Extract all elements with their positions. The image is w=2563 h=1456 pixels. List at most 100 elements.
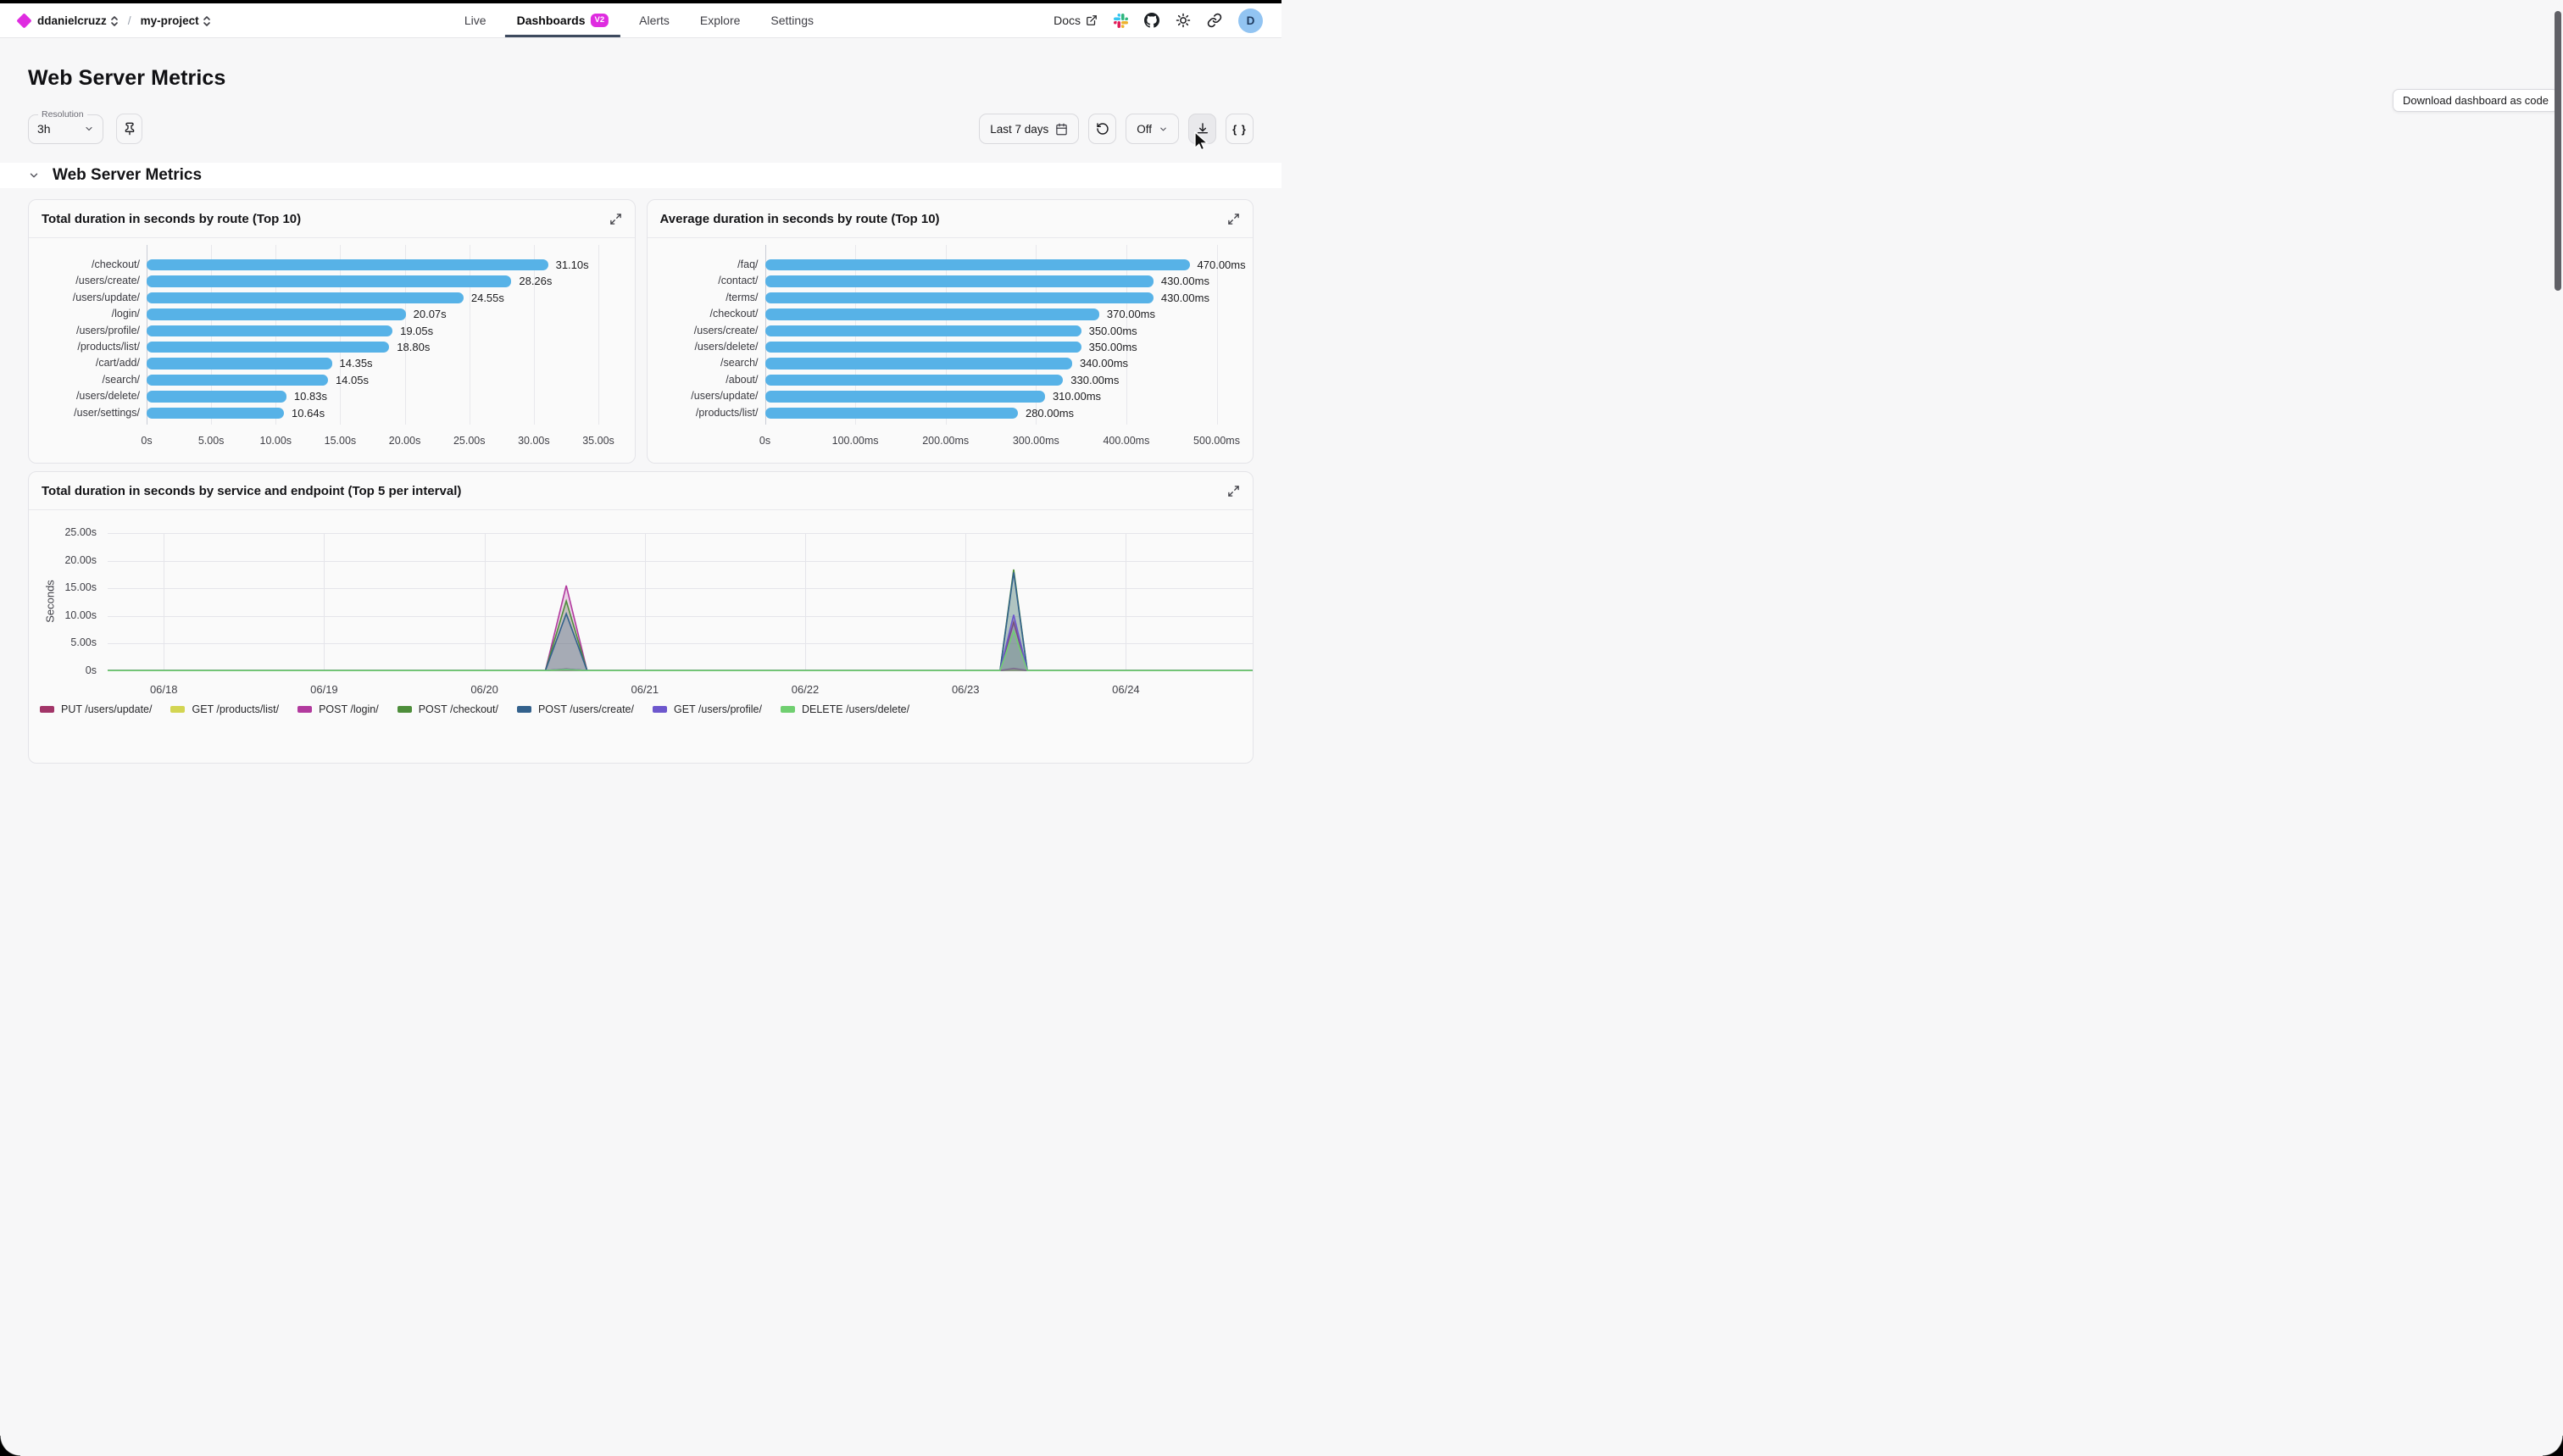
legend-item[interactable]: DELETE /users/delete/ [781, 703, 909, 715]
time-range-button[interactable]: Last 7 days [979, 114, 1079, 144]
theme-toggle[interactable] [1176, 13, 1191, 28]
bar[interactable] [147, 342, 389, 353]
series-line [108, 622, 1253, 670]
y-axis-tick-label: 5.00s [37, 636, 97, 648]
bar-category-label: /user/settings/ [29, 405, 140, 421]
legend-item[interactable]: GET /products/list/ [170, 703, 279, 715]
github-link[interactable] [1144, 13, 1159, 28]
copy-link-button[interactable] [1207, 13, 1222, 28]
bar[interactable] [765, 275, 1154, 286]
top-navigation-bar: ddanielcruzz / my-project Live Dashboard… [0, 3, 1282, 38]
x-axis-tick-label: 25.00s [434, 435, 505, 447]
section-header[interactable]: Web Server Metrics [0, 163, 1282, 188]
area-chart-duration-timeseries: Seconds0s5.00s10.00s15.00s20.00s25.00s06… [29, 510, 1253, 763]
slack-link[interactable] [1114, 14, 1128, 28]
resolution-value: 3h [37, 122, 51, 136]
bar[interactable] [765, 292, 1154, 303]
bar[interactable] [147, 308, 406, 320]
bar-category-label: /users/profile/ [29, 323, 140, 339]
expand-panel-button[interactable] [1227, 213, 1240, 225]
legend-item[interactable]: GET /users/profile/ [653, 703, 762, 715]
project-switcher[interactable]: my-project [141, 14, 211, 27]
bar[interactable] [765, 391, 1045, 402]
expand-panel-button[interactable] [609, 213, 622, 225]
legend-swatch [398, 706, 412, 713]
bar[interactable] [147, 375, 328, 386]
tab-dashboards[interactable]: Dashboards V2 [517, 3, 609, 37]
expand-icon [1227, 485, 1240, 497]
bar[interactable] [765, 342, 1081, 353]
legend-swatch [170, 706, 185, 713]
bar-chart-total-duration: /checkout/31.10s/users/create/28.26s/use… [29, 238, 635, 463]
tab-alerts[interactable]: Alerts [639, 3, 670, 37]
dashboard-content: Total duration in seconds by route (Top … [0, 188, 1282, 764]
panel-header: Total duration in seconds by service and… [29, 472, 1253, 510]
timeseries-plot[interactable] [108, 525, 1253, 674]
gridline [534, 245, 535, 425]
x-axis-tick-label: 06/22 [771, 683, 839, 696]
edit-as-code-button[interactable]: { } [1226, 114, 1254, 144]
breadcrumb-separator: / [128, 14, 131, 27]
legend-swatch [40, 706, 54, 713]
bar[interactable] [147, 292, 464, 303]
download-dashboard-button[interactable] [1188, 114, 1216, 144]
bar-value-label: 10.83s [294, 388, 327, 404]
bar[interactable] [765, 358, 1072, 369]
tab-live[interactable]: Live [464, 3, 486, 37]
bar[interactable] [147, 358, 332, 369]
resolution-select[interactable]: Resolution 3h [28, 114, 103, 144]
tab-settings[interactable]: Settings [770, 3, 814, 37]
org-switcher[interactable]: ddanielcruzz [37, 14, 119, 27]
legend-item[interactable]: POST /users/create/ [517, 703, 634, 715]
auto-refresh-select[interactable]: Off [1126, 114, 1179, 144]
legend-label: POST /checkout/ [419, 703, 498, 715]
bar[interactable] [147, 391, 286, 402]
bar[interactable] [765, 308, 1099, 320]
bar[interactable] [147, 325, 392, 336]
series-area [108, 586, 1253, 671]
y-axis-tick-label: 10.00s [37, 609, 97, 621]
x-axis-tick-label: 06/23 [931, 683, 999, 696]
refresh-button[interactable] [1088, 114, 1116, 144]
pin-resolution-button[interactable] [116, 114, 142, 144]
bar[interactable] [147, 408, 284, 419]
bar-category-label: /login/ [29, 306, 140, 322]
refresh-icon [1096, 122, 1109, 136]
bar[interactable] [765, 375, 1064, 386]
bar-category-label: /checkout/ [29, 257, 140, 273]
bar[interactable] [147, 259, 548, 270]
docs-link[interactable]: Docs [1054, 14, 1098, 27]
x-axis-tick-label: 06/24 [1092, 683, 1159, 696]
bar-category-label: /search/ [29, 372, 140, 388]
dashboard-toolbar: Web Server Metrics Resolution 3h Last 7 … [0, 38, 1282, 163]
bar-value-label: 28.26s [519, 273, 552, 289]
legend-item[interactable]: POST /checkout/ [398, 703, 498, 715]
legend-item[interactable]: POST /login/ [297, 703, 379, 715]
x-axis-tick-label: 06/21 [611, 683, 679, 696]
legend-swatch [517, 706, 531, 713]
download-tooltip: Download dashboard as code [2393, 89, 2559, 112]
window-corner-left [0, 1436, 20, 1456]
panel-header: Total duration in seconds by route (Top … [29, 200, 635, 238]
breadcrumb: ddanielcruzz / my-project [19, 14, 211, 27]
legend-label: GET /users/profile/ [674, 703, 762, 715]
bar[interactable] [765, 325, 1081, 336]
x-axis-tick-label: 5.00s [175, 435, 247, 447]
bar[interactable] [765, 259, 1190, 270]
x-axis-tick-label: 06/18 [130, 683, 197, 696]
legend-label: PUT /users/update/ [61, 703, 152, 715]
bar-value-label: 14.35s [340, 355, 373, 371]
bar-category-label: /faq/ [648, 257, 759, 273]
scrollbar-thumb[interactable] [2555, 11, 2561, 291]
tab-explore[interactable]: Explore [700, 3, 740, 37]
x-axis-tick-label: 0s [111, 435, 182, 447]
bar[interactable] [147, 275, 511, 286]
bar-category-label: /terms/ [648, 290, 759, 306]
bar-category-label: /products/list/ [648, 405, 759, 421]
link-icon [1207, 13, 1222, 28]
expand-panel-button[interactable] [1227, 485, 1240, 497]
series-area [108, 622, 1253, 671]
bar[interactable] [765, 408, 1018, 419]
user-avatar[interactable]: D [1238, 8, 1263, 33]
legend-item[interactable]: PUT /users/update/ [40, 703, 152, 715]
